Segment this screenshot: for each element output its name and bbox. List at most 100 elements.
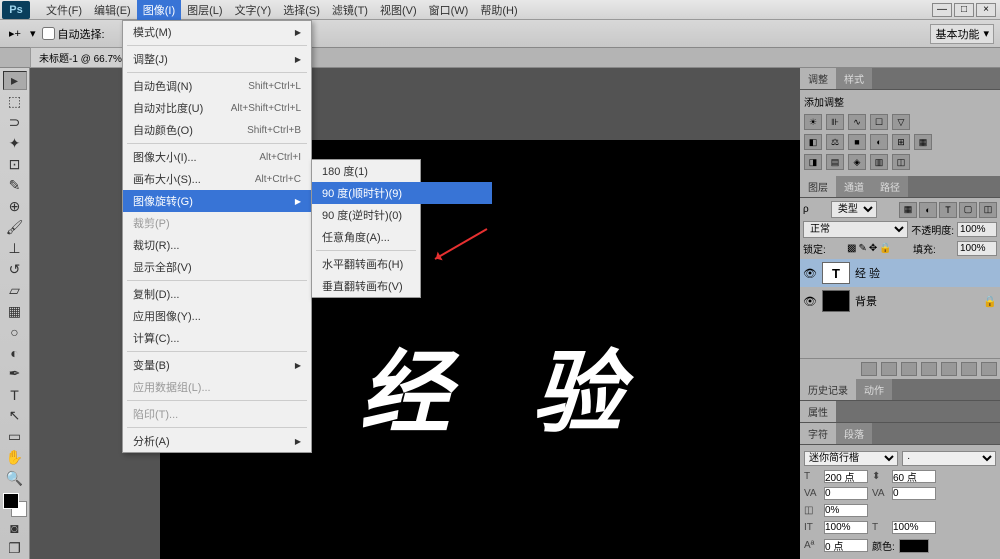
menu-duplicate[interactable]: 复制(D)... (123, 283, 311, 305)
menu-flip-vertical[interactable]: 垂直翻转画布(V) (312, 275, 492, 297)
text-color-swatch[interactable] (899, 539, 929, 553)
adj-invert-icon[interactable]: ◨ (804, 154, 822, 170)
menu-image[interactable]: 图像(I) (137, 0, 181, 20)
menu-canvas-size[interactable]: 画布大小(S)...Alt+Ctrl+C (123, 168, 311, 190)
new-adj-layer-icon[interactable] (921, 362, 937, 376)
filter-shape-icon[interactable]: ▢ (959, 202, 977, 218)
tab-adjustments[interactable]: 调整 (800, 68, 836, 89)
opacity-input[interactable] (957, 222, 997, 237)
menu-trim[interactable]: 裁切(R)... (123, 234, 311, 256)
layer-thumbnail[interactable]: T (822, 262, 850, 284)
shape-tool[interactable]: ▭ (3, 427, 27, 446)
filter-type-icon[interactable]: T (939, 202, 957, 218)
filter-pixel-icon[interactable]: ▦ (899, 202, 917, 218)
adj-balance-icon[interactable]: ⚖ (826, 134, 844, 150)
adj-mixer-icon[interactable]: ⊞ (892, 134, 910, 150)
kerning-input[interactable] (824, 487, 868, 500)
menu-select[interactable]: 选择(S) (277, 0, 326, 20)
adj-brightness-icon[interactable]: ☀ (804, 114, 822, 130)
adj-bw-icon[interactable]: ■ (848, 134, 866, 150)
menu-layer[interactable]: 图层(L) (181, 0, 228, 20)
eyedropper-tool[interactable]: ✎ (3, 176, 27, 195)
history-brush-tool[interactable]: ↺ (3, 260, 27, 279)
menu-window[interactable]: 窗口(W) (423, 0, 475, 20)
menu-rotate-90-cw[interactable]: 90 度(顺时针)(9) (312, 182, 492, 204)
crop-tool[interactable]: ⊡ (3, 155, 27, 174)
menu-text[interactable]: 文字(Y) (229, 0, 278, 20)
move-tool[interactable]: ▸ (3, 71, 27, 90)
adj-hue-icon[interactable]: ◧ (804, 134, 822, 150)
pen-tool[interactable]: ✒ (3, 364, 27, 383)
visibility-icon[interactable]: 👁 (803, 295, 817, 308)
workspace-selector[interactable]: 基本功能 ▾ (930, 24, 994, 44)
eraser-tool[interactable]: ▱ (3, 281, 27, 300)
menu-rotate-180[interactable]: 180 度(1) (312, 160, 492, 182)
blur-tool[interactable]: ○ (3, 323, 27, 342)
brush-tool[interactable]: 🖌 (3, 218, 27, 237)
layer-filter-select[interactable]: 类型 (831, 201, 877, 218)
filter-smart-icon[interactable]: ◫ (979, 202, 997, 218)
tab-paths[interactable]: 路径 (872, 176, 908, 197)
auto-select-input[interactable] (42, 27, 55, 40)
tab-character[interactable]: 字符 (800, 423, 836, 444)
adj-photo-filter-icon[interactable]: ◐ (870, 134, 888, 150)
fill-input[interactable] (957, 241, 997, 256)
layer-row[interactable]: 👁 T 经 验 (800, 259, 1000, 287)
font-style-select[interactable]: · (902, 451, 996, 466)
hand-tool[interactable]: ✋ (3, 448, 27, 467)
menu-apply-image[interactable]: 应用图像(Y)... (123, 305, 311, 327)
menu-auto-contrast[interactable]: 自动对比度(U)Alt+Shift+Ctrl+L (123, 97, 311, 119)
tracking-input[interactable] (892, 487, 936, 500)
adj-threshold-icon[interactable]: ◈ (848, 154, 866, 170)
adj-selective-icon[interactable]: ◫ (892, 154, 910, 170)
adj-gradient-icon[interactable]: ▥ (870, 154, 888, 170)
menu-file[interactable]: 文件(F) (40, 0, 88, 20)
close-button[interactable]: × (976, 3, 996, 17)
menu-auto-color[interactable]: 自动颜色(O)Shift+Ctrl+B (123, 119, 311, 141)
lock-all-icon[interactable]: 🔒 (879, 243, 891, 254)
menu-flip-horizontal[interactable]: 水平翻转画布(H) (312, 253, 492, 275)
tab-actions[interactable]: 动作 (856, 379, 892, 400)
adj-posterize-icon[interactable]: ▤ (826, 154, 844, 170)
layer-row[interactable]: 👁 背景 🔒 (800, 287, 1000, 315)
adj-lookup-icon[interactable]: ▦ (914, 134, 932, 150)
tab-properties[interactable]: 属性 (800, 401, 836, 422)
layer-fx-icon[interactable] (881, 362, 897, 376)
lock-transparency-icon[interactable]: ▩ (847, 243, 856, 254)
menu-image-rotation[interactable]: 图像旋转(G)▶ (123, 190, 311, 212)
menu-calculations[interactable]: 计算(C)... (123, 327, 311, 349)
stamp-tool[interactable]: ⊥ (3, 239, 27, 258)
menu-image-size[interactable]: 图像大小(I)...Alt+Ctrl+I (123, 146, 311, 168)
menu-help[interactable]: 帮助(H) (474, 0, 523, 20)
adj-curves-icon[interactable]: ∿ (848, 114, 866, 130)
adj-exposure-icon[interactable]: ☐ (870, 114, 888, 130)
tab-channels[interactable]: 通道 (836, 176, 872, 197)
vscale-input[interactable] (824, 521, 868, 534)
tab-styles[interactable]: 样式 (836, 68, 872, 89)
tab-layers[interactable]: 图层 (800, 176, 836, 197)
tab-paragraph[interactable]: 段落 (836, 423, 872, 444)
foreground-color[interactable] (3, 493, 19, 509)
document-tab[interactable]: 未标题-1 @ 66.7% (30, 47, 131, 68)
leading-input[interactable] (892, 470, 936, 483)
menu-view[interactable]: 视图(V) (374, 0, 423, 20)
adj-levels-icon[interactable]: ⊪ (826, 114, 844, 130)
tab-history[interactable]: 历史记录 (800, 379, 856, 400)
layer-thumbnail[interactable] (822, 290, 850, 312)
menu-adjustments[interactable]: 调整(J)▶ (123, 48, 311, 70)
maximize-button[interactable]: □ (954, 3, 974, 17)
screen-mode-tool[interactable]: ❐ (3, 539, 27, 558)
visibility-icon[interactable]: 👁 (803, 267, 817, 280)
font-size-input[interactable] (824, 470, 868, 483)
auto-select-checkbox[interactable]: 自动选择: (42, 26, 105, 42)
zoom-tool[interactable]: 🔍 (3, 469, 27, 488)
lasso-tool[interactable]: ⊃ (3, 113, 27, 132)
healing-tool[interactable]: ⊕ (3, 197, 27, 216)
minimize-button[interactable]: — (932, 3, 952, 17)
menu-rotate-arbitrary[interactable]: 任意角度(A)... (312, 226, 492, 248)
gradient-tool[interactable]: ▦ (3, 302, 27, 321)
menu-reveal-all[interactable]: 显示全部(V) (123, 256, 311, 278)
adj-vibrance-icon[interactable]: ▽ (892, 114, 910, 130)
menu-rotate-90-ccw[interactable]: 90 度(逆时针)(0) (312, 204, 492, 226)
menu-variables[interactable]: 变量(B)▶ (123, 354, 311, 376)
